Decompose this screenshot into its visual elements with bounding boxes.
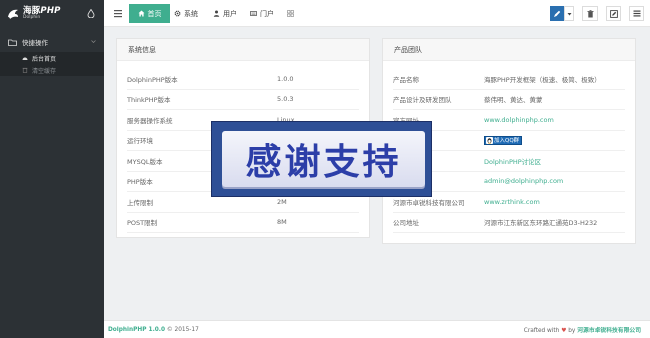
dashboard-icon [22,55,28,61]
panel-title: 产品团队 [383,39,635,61]
brand[interactable]: 海豚PHP Dolphin [0,0,104,27]
footer-crafted-prefix: Crafted with [523,328,560,334]
table-row: 产品名称 海豚PHP开发框架（极速、极简、极致） [393,69,625,90]
footer-copyright-text: © 2015-17 [166,326,199,333]
footer: DolphinPHP 1.0.0 © 2015-17 Crafted with … [104,320,650,338]
company-link[interactable]: www.zrthink.com [484,198,540,206]
tab-system[interactable]: 系统 [174,4,198,23]
row-key: DolphinPHP版本 [127,75,178,84]
thanks-banner-inner: 感谢支持 [222,131,425,187]
tab-user[interactable]: 用户 [213,4,237,23]
edit-square-icon [609,9,618,18]
menu-toggle-icon[interactable] [113,9,123,18]
row-value: 8M [277,218,287,227]
row-value: 1.0.0 [277,74,294,83]
trash-icon [22,67,28,73]
heart-icon: ♥ [561,328,567,334]
row-value: 2M [277,197,287,206]
footer-product-link[interactable]: DolphinPHP 1.0.0 [108,327,165,333]
row-value: 海豚PHP开发框架（极速、极简、极致） [484,75,601,84]
row-key: 产品设计及研发团队 [393,96,452,105]
newspaper-icon [250,10,257,17]
dolphin-logo-icon [6,7,20,21]
sidebar: 海豚PHP Dolphin 快捷操作 后台首页 清空缓存 [0,0,104,338]
tab-more-apps[interactable] [287,4,297,23]
chevron-down-icon [91,39,96,44]
brand-name: 海豚PHP [23,5,61,16]
email-link[interactable]: admin@dolphinphp.com [484,177,563,185]
table-row: POST限制 8M [127,213,359,233]
home-icon [138,10,145,17]
tab-portal[interactable]: 门户 [250,4,274,23]
tab-label: 首页 [147,9,162,18]
footer-credit: Crafted with ♥ by 河源市卓锐科技有限公司 [524,325,641,334]
table-row: 产品设计及研发团队 蔡伟明、黄达、黄蒙 [393,90,625,110]
join-qq-group-button[interactable]: 加入QQ群 [484,135,523,145]
footer-copyright: DolphinPHP 1.0.0 © 2015-17 [108,327,199,333]
row-key: 公司地址 [393,219,419,228]
sidebar-group-label: 快捷操作 [22,39,48,47]
table-row: 公司地址 河源市江东新区东环路汇通苑D3-H232 [393,213,625,233]
sidebar-submenu: 后台首页 清空缓存 [0,52,104,76]
more-options-button[interactable] [629,6,644,21]
drop-icon[interactable] [87,9,95,18]
brand-subtitle: Dolphin [23,15,41,20]
row-value: 蔡伟明、黄达、黄蒙 [484,96,543,105]
panel-title: 系统信息 [117,39,369,61]
row-key: POST限制 [127,219,158,228]
sidebar-item-label: 清空缓存 [32,67,57,75]
folder-icon [8,39,17,46]
table-row: ThinkPHP版本 5.0.3 [127,90,359,110]
qq-penguin-icon [486,136,493,144]
tab-home[interactable]: 首页 [129,4,170,23]
sidebar-item-clear-cache[interactable]: 清空缓存 [0,64,104,76]
list-icon [633,10,641,17]
tab-label: 系统 [184,9,198,18]
community-link[interactable]: DolphinPHP讨论区 [484,156,541,166]
footer-crafted-by: by [568,328,576,334]
theme-button[interactable] [550,6,564,21]
brush-icon [553,10,561,18]
tab-label: 门户 [260,9,274,18]
row-key: 产品名称 [393,75,419,84]
user-icon [213,10,220,17]
row-key: ThinkPHP版本 [127,96,171,105]
clear-cache-button[interactable] [582,6,598,21]
row-value: 5.0.3 [277,95,294,104]
caret-down-icon [567,12,572,16]
trash-icon [587,9,594,18]
sidebar-item-label: 后台首页 [32,55,57,63]
grid-icon [287,10,294,17]
thanks-banner-text: 感谢支持 [245,142,402,183]
footer-company-link[interactable]: 河源市卓锐科技有限公司 [577,328,641,334]
table-row: DolphinPHP版本 1.0.0 [127,69,359,90]
row-key: 上传限制 [127,198,153,207]
row-value: 河源市江东新区东环路汇通苑D3-H232 [484,219,598,228]
website-link[interactable]: www.dolphinphp.com [484,116,554,124]
thanks-banner: 感谢支持 [211,121,432,197]
topbar: 首页 系统 用户 门户 [104,0,650,27]
edit-button[interactable] [606,6,621,21]
gear-icon [174,10,181,17]
qq-badge-label: 加入QQ群 [494,138,520,145]
sidebar-item-dashboard[interactable]: 后台首页 [0,52,104,64]
sidebar-group-shortcuts[interactable]: 快捷操作 [0,35,104,49]
row-key: 河源市卓锐科技有限公司 [393,198,465,207]
theme-dropdown-button[interactable] [564,6,574,21]
tab-label: 用户 [223,9,237,18]
